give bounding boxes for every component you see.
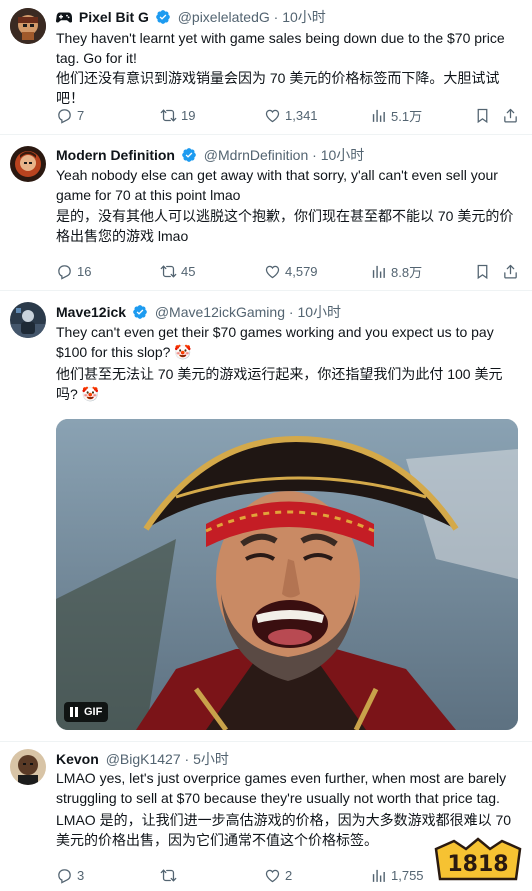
like-button[interactable]: 4,579 (264, 261, 318, 281)
retweet-button[interactable]: 19 (160, 105, 195, 125)
tweet-text: They haven't learnt yet with game sales … (56, 30, 505, 66)
user-handle[interactable]: @pixelelatedG (178, 9, 270, 25)
display-name[interactable]: Mave12ick (56, 304, 126, 320)
reply-icon (56, 107, 73, 124)
avatar[interactable] (10, 749, 46, 785)
gif-label: GIF (84, 706, 103, 718)
verified-badge-icon (132, 304, 148, 320)
verified-badge-icon (155, 9, 171, 25)
views-button[interactable]: 1,755 (370, 865, 424, 885)
tweet-header: Mave12ick @Mave12ickGaming · 10小时 (56, 304, 342, 320)
gif-badge[interactable]: GIF (64, 702, 109, 722)
tweet-text: LMAO yes, let's just overprice games eve… (56, 770, 507, 806)
timestamp[interactable]: 10小时 (321, 147, 365, 163)
timestamp[interactable]: 10小时 (282, 9, 326, 25)
bookmark-button[interactable] (474, 105, 491, 125)
reply-button[interactable]: 16 (56, 261, 91, 281)
share-button[interactable] (502, 261, 519, 281)
retweet-count: 45 (181, 263, 196, 279)
timestamp[interactable]: 10小时 (297, 304, 341, 320)
tweet-translation: 他们还没有意识到游戏销量会因为 70 美元的价格标签而下降。大胆试试吧！ (56, 70, 500, 106)
views-icon (370, 867, 387, 884)
tweet-text: They can't even get their $70 games work… (56, 324, 494, 360)
reply-button[interactable]: 3 (56, 865, 84, 885)
timestamp[interactable]: 5小时 (193, 751, 229, 767)
share-icon (502, 263, 519, 280)
tweet-text: Yeah nobody else can get away with that … (56, 167, 498, 203)
tweet-pixel-bit-g[interactable]: Pixel Bit G @pixelelatedG · 10小时 They ha… (0, 0, 532, 134)
bookmark-icon (474, 107, 491, 124)
watermark-text: 1818 (447, 852, 508, 877)
view-count: 1,755 (391, 867, 424, 883)
avatar[interactable] (10, 146, 46, 182)
tweet-header: Pixel Bit G @pixelelatedG · 10小时 (55, 8, 326, 28)
reply-count: 3 (77, 867, 85, 883)
like-count: 2 (285, 867, 293, 883)
reply-count: 16 (77, 263, 92, 279)
retweet-count: 19 (181, 107, 196, 123)
user-handle[interactable]: @MdrnDefinition (204, 147, 308, 163)
heart-icon (264, 867, 281, 884)
tweet-media-gif[interactable]: GIF (56, 419, 518, 730)
display-name[interactable]: Kevon (56, 751, 99, 767)
view-count: 8.8万 (391, 264, 423, 280)
tweet-translation: 是的，没有其他人可以逃脱这个抱歉，你们现在甚至都不能以 70 美元的价格出售您的… (56, 208, 514, 244)
views-button[interactable]: 5.1万 (370, 105, 422, 125)
retweet-icon (160, 867, 177, 884)
tweet-header: Modern Definition @MdrnDefinition · 10小时 (56, 147, 365, 163)
bookmark-button[interactable] (474, 261, 491, 281)
views-button[interactable]: 8.8万 (370, 261, 422, 281)
avatar[interactable] (10, 8, 46, 44)
verified-badge-icon (181, 147, 197, 163)
retweet-button[interactable]: 45 (160, 261, 195, 281)
reply-count: 7 (77, 107, 85, 123)
like-count: 4,579 (285, 263, 318, 279)
user-handle[interactable]: @BigK1427 (106, 751, 181, 767)
heart-icon (264, 263, 281, 280)
share-icon (502, 107, 519, 124)
display-name[interactable]: Pixel Bit G (79, 9, 149, 25)
gamepad-icon (55, 10, 73, 28)
reply-icon (56, 867, 73, 884)
tweet-modern-definition[interactable]: Modern Definition @MdrnDefinition · 10小时… (0, 135, 532, 290)
action-bar: 16 45 4,579 8.8万 (56, 261, 518, 281)
like-count: 1,341 (285, 107, 318, 123)
tweet-header: Kevon @BigK1427 · 5小时 (56, 751, 229, 767)
action-bar: 7 19 1,341 5.1万 (56, 105, 518, 125)
tweet-translation: 他们甚至无法让 70 美元的游戏运行起来，你还指望我们为此付 100 美元吗? … (56, 366, 503, 402)
like-button[interactable]: 2 (264, 865, 292, 885)
view-count: 5.1万 (391, 108, 423, 124)
gif-frame (56, 419, 518, 730)
like-button[interactable]: 1,341 (264, 105, 318, 125)
retweet-button[interactable] (160, 865, 181, 885)
retweet-icon (160, 263, 177, 280)
display-name[interactable]: Modern Definition (56, 147, 175, 163)
share-button[interactable] (502, 105, 519, 125)
views-icon (370, 263, 387, 280)
avatar[interactable] (10, 302, 46, 338)
reply-icon (56, 263, 73, 280)
views-icon (370, 107, 387, 124)
user-handle[interactable]: @Mave12ickGaming (155, 304, 285, 320)
reply-button[interactable]: 7 (56, 105, 84, 125)
retweet-icon (160, 107, 177, 124)
site-logo-watermark: 1818 (432, 835, 524, 885)
heart-icon (264, 107, 281, 124)
pause-icon (70, 707, 78, 717)
bookmark-icon (474, 263, 491, 280)
